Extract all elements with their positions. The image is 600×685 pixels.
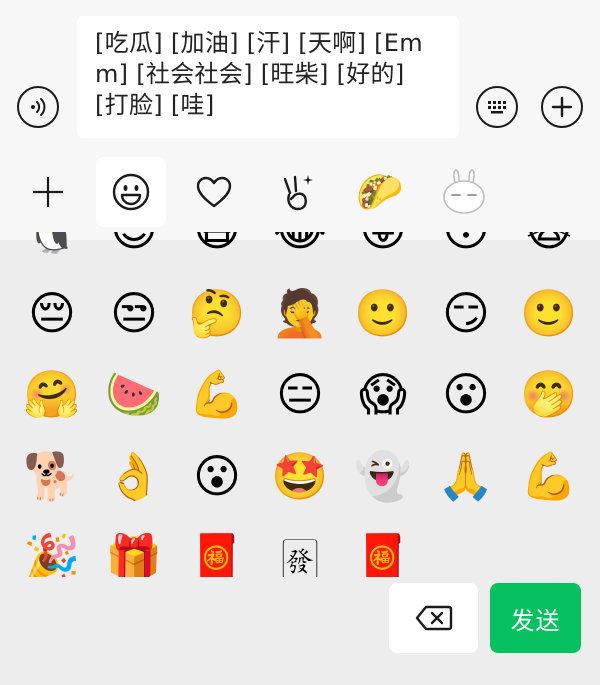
emoji-cell[interactable]: 🤭 [519,364,579,424]
emoji-cell[interactable]: 👌 [104,446,164,506]
emoji-cell[interactable]: 😮 [187,446,247,506]
emoji-cell[interactable]: 😛 [353,232,413,259]
message-input[interactable]: [吃瓜] [加油] [汗] [天啊] [Emm] [社会社会] [旺柴] [好的… [77,16,459,138]
emoji-cell[interactable]: 👻 [353,446,413,506]
keyboard-icon [488,101,506,114]
emoji-cell[interactable]: 😏 [436,283,496,343]
emoji-cell[interactable]: 🎁 [104,528,164,577]
victory-hand-icon [283,175,313,211]
emoji-cell[interactable]: 💪 [519,446,579,506]
emoji-cell[interactable]: 😮 [436,364,496,424]
plus-icon [32,176,64,208]
tab-add[interactable] [13,157,83,227]
emoji-cell[interactable]: 😷 [187,232,247,259]
emoji-cell[interactable]: 🧧 [353,528,413,577]
emoji-cell[interactable]: 🤩 [270,446,330,506]
emoji-cell[interactable]: 😒 [104,283,164,343]
emoji-cell[interactable]: 😑 [270,364,330,424]
emoji-cell[interactable]: 🙂 [519,283,579,343]
emoji-cell[interactable]: 🙀 [519,232,579,259]
smiley-icon [112,173,150,211]
emoji-cell[interactable]: 🎉 [22,528,82,577]
emoji-cell[interactable]: 🐧 [22,232,82,259]
keyboard-button[interactable] [476,86,518,128]
emoji-cell[interactable]: 🧧 [187,528,247,577]
tab-emoji[interactable] [96,157,166,227]
taco-icon: 🌮 [356,170,404,214]
emoji-cell[interactable]: 😂 [270,232,330,259]
tab-rabbit-sticker[interactable] [428,157,498,227]
delete-button[interactable] [389,583,478,653]
emoji-panel: 🐧 😊 😷 😂 😛 😳 🙀 😔 😒 🤔 🤦 🙂 😏 🙂 🤗 🍉 💪 😑 😱 😮 🤭 🐕 👌 😮 🤩 👻 🙏 💪 🎉 🎁 🧧 🀅 🧧 [0,232,600,577]
emoji-cell[interactable]: 🤔 [187,283,247,343]
plus-icon [551,96,573,118]
tab-favorites[interactable] [179,157,249,227]
emoji-cell[interactable]: 🍉 [104,364,164,424]
send-button[interactable]: 发送 [490,583,581,653]
voice-button[interactable] [17,86,59,128]
tab-food-sticker[interactable]: 🌮 [345,157,415,227]
emoji-cell[interactable]: 😳 [436,232,496,259]
emoji-cell[interactable]: 😊 [104,232,164,259]
emoji-cell[interactable]: 🙏 [436,446,496,506]
more-button[interactable] [541,86,583,128]
emoji-cell[interactable]: 😔 [22,283,82,343]
tab-gestures[interactable] [262,157,332,227]
send-button-label: 发送 [510,606,561,635]
message-input-text: [吃瓜] [加油] [汗] [天啊] [Emm] [社会社会] [旺柴] [好的… [95,29,423,119]
emoji-cell[interactable]: 🐕 [22,446,82,506]
emoji-tab-bar: 🌮 [0,157,600,229]
input-toolbar: [吃瓜] [加油] [汗] [天啊] [Emm] [社会社会] [旺柴] [好的… [0,0,600,240]
emoji-cell[interactable]: 💪 [187,364,247,424]
voice-icon [31,98,46,116]
emoji-cell[interactable]: 🀅 [270,528,330,577]
emoji-cell[interactable]: 🤗 [22,364,82,424]
backspace-icon [415,605,452,631]
emoji-cell[interactable]: 🤦 [270,283,330,343]
rabbit-icon [443,169,485,214]
emoji-cell[interactable]: 😱 [353,364,413,424]
heart-icon [196,176,232,208]
emoji-cell[interactable]: 🙂 [353,283,413,343]
